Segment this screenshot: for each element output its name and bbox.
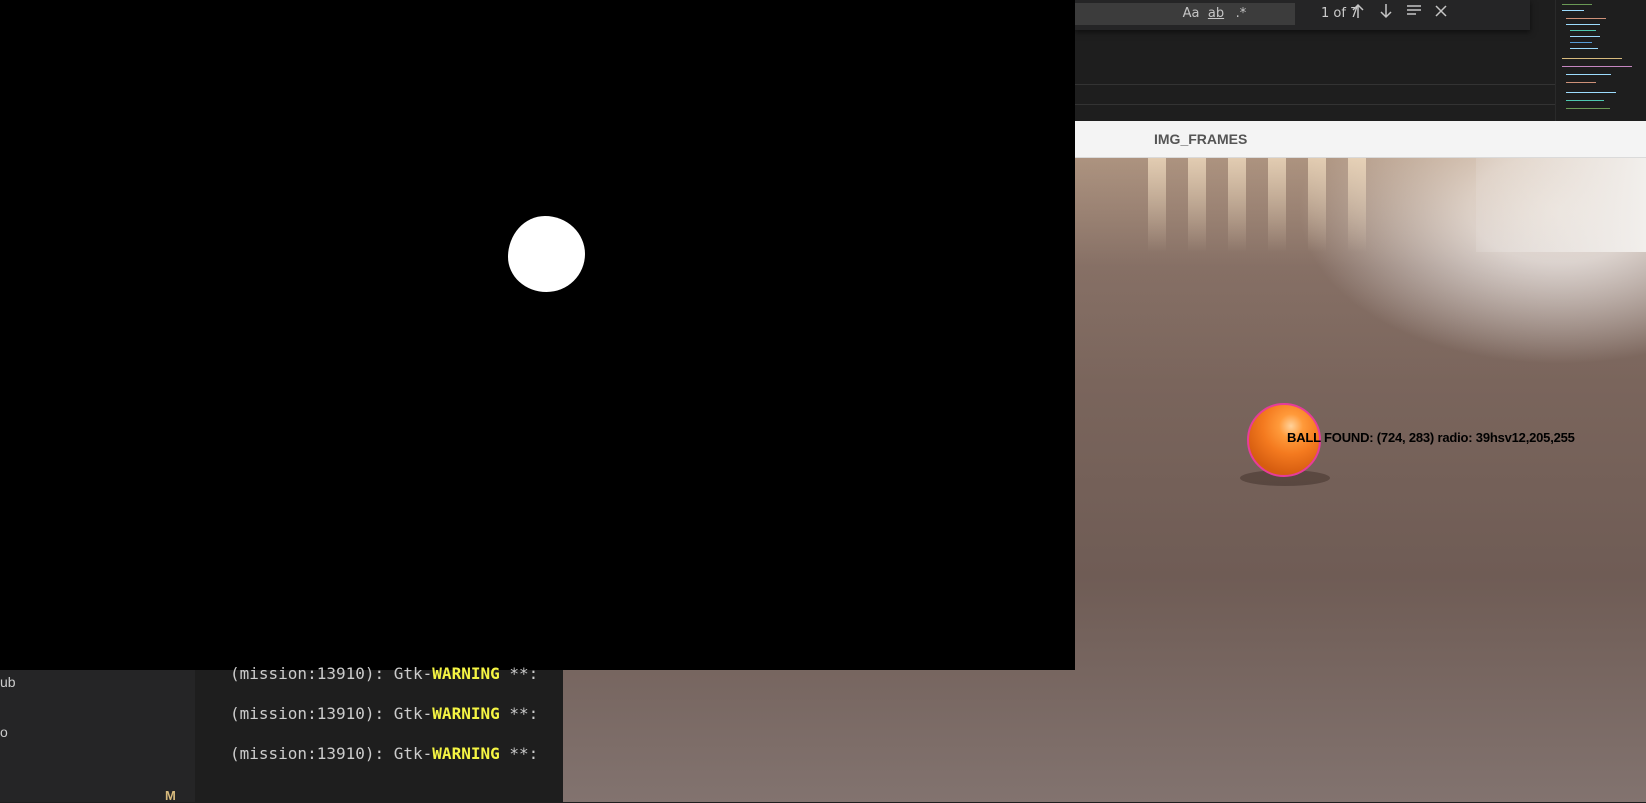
editor-line-divider: [1075, 84, 1555, 85]
explorer-sidebar: ub o: [0, 670, 195, 802]
mask-window: [0, 0, 1075, 670]
detection-label: BALL FOUND: (724, 283) radio: 39hsv12,20…: [1287, 430, 1575, 445]
regex-toggle[interactable]: .*: [1230, 3, 1252, 25]
arrow-down-icon[interactable]: [1375, 3, 1397, 25]
editor-line-divider: [1075, 104, 1555, 105]
sidebar-item[interactable]: ub: [0, 674, 16, 690]
find-in-selection-icon[interactable]: [1403, 3, 1425, 25]
sidebar-item[interactable]: o: [0, 724, 8, 740]
match-case-toggle[interactable]: Aa: [1180, 3, 1202, 25]
terminal-line: (mission:13910): Gtk-WARNING **:: [230, 704, 548, 723]
terminal-line: (mission:13910): Gtk-WARNING **:: [230, 744, 548, 763]
window-title: IMG_FRAMES: [1154, 131, 1248, 147]
close-icon[interactable]: [1430, 3, 1452, 25]
find-widget: Aa ab .* 1 of 7: [1075, 0, 1530, 30]
window-titlebar[interactable]: IMG_FRAMES: [1075, 121, 1646, 158]
terminal-panel[interactable]: (mission:13910): Gtk-WARNING **: (missio…: [195, 664, 563, 802]
arrow-up-icon[interactable]: [1347, 3, 1369, 25]
minimap[interactable]: [1555, 0, 1646, 121]
terminal-line: (mission:13910): Gtk-WARNING **:: [230, 664, 548, 683]
git-modified-badge: M: [165, 788, 176, 803]
img-frames-window: IMG_FRAMES: [1075, 121, 1646, 802]
whole-word-toggle[interactable]: ab: [1205, 3, 1227, 25]
mask-blob: [508, 216, 585, 292]
